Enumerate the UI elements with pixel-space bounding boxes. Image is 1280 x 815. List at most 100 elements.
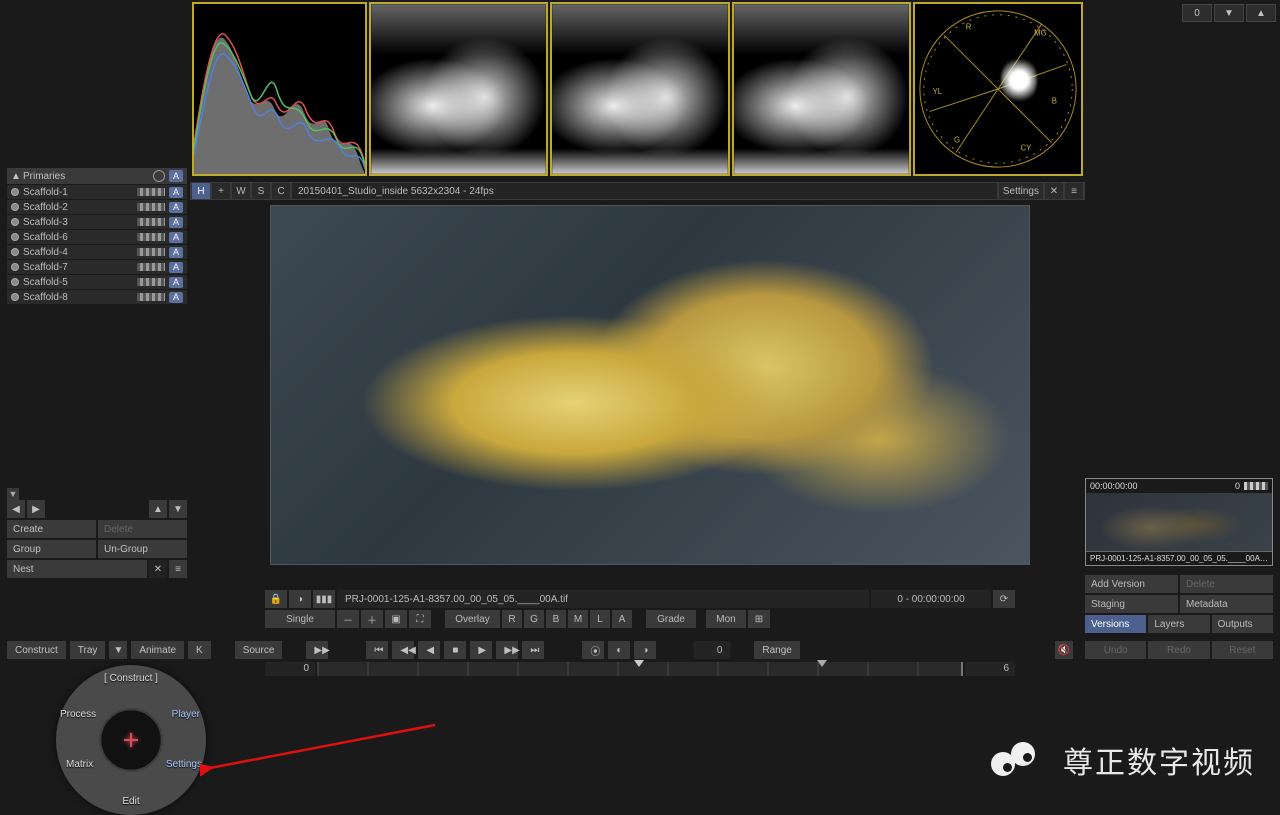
redo-button[interactable]: Redo bbox=[1148, 641, 1209, 659]
group-button[interactable]: Group bbox=[7, 540, 96, 558]
undo-button[interactable]: Undo bbox=[1085, 641, 1146, 659]
w-button[interactable]: W bbox=[232, 183, 250, 199]
frame-field[interactable]: 0 bbox=[694, 641, 730, 659]
reset-button[interactable]: Reset bbox=[1212, 641, 1273, 659]
vectorscope[interactable]: R MG YL B G CY bbox=[913, 2, 1083, 176]
top-zero-field[interactable]: 0 bbox=[1182, 4, 1212, 22]
skip-back-icon[interactable]: ⏮ bbox=[366, 641, 388, 659]
scaffold-row[interactable]: Scaffold-4A bbox=[7, 245, 187, 259]
nest-button[interactable]: Nest bbox=[7, 560, 147, 578]
single-button[interactable]: Single bbox=[265, 610, 335, 628]
create-button[interactable]: Create bbox=[7, 520, 96, 538]
stripes-icon[interactable]: ▮▮▮ bbox=[313, 590, 335, 608]
zoom-in-icon[interactable]: ＋ bbox=[361, 610, 383, 628]
r-button[interactable]: R bbox=[502, 610, 522, 628]
loop-in-icon[interactable]: ⦿ bbox=[582, 641, 604, 659]
radial-player[interactable]: Player bbox=[172, 709, 200, 720]
delete-button[interactable]: Delete bbox=[98, 520, 187, 538]
fit-icon[interactable]: ▣ bbox=[385, 610, 407, 628]
dual-icon[interactable]: ◑ bbox=[289, 590, 311, 608]
scaffold-row[interactable]: Scaffold-7A bbox=[7, 260, 187, 274]
scaffold-row[interactable]: Scaffold-8A bbox=[7, 290, 187, 304]
ungroup-button[interactable]: Un-Group bbox=[98, 540, 187, 558]
stop-icon[interactable]: ■ bbox=[444, 641, 466, 659]
a-button[interactable]: A bbox=[612, 610, 632, 628]
tray-dropdown[interactable]: ▼ bbox=[109, 641, 127, 659]
outputs-tab[interactable]: Outputs bbox=[1212, 615, 1273, 633]
g-button[interactable]: G bbox=[524, 610, 544, 628]
radial-edit[interactable]: Edit bbox=[122, 796, 139, 807]
skip-fwd-icon[interactable]: ⏭ bbox=[522, 641, 544, 659]
radial-process[interactable]: Process bbox=[60, 709, 96, 720]
animate-button[interactable]: Animate bbox=[131, 641, 184, 659]
waveform-scope-3[interactable] bbox=[732, 2, 911, 176]
grid-icon[interactable]: ⊞ bbox=[748, 610, 770, 628]
s-button[interactable]: S bbox=[252, 183, 270, 199]
mon-button[interactable]: Mon bbox=[706, 610, 746, 628]
viewer[interactable] bbox=[270, 205, 1030, 565]
staging-button[interactable]: Staging bbox=[1085, 595, 1178, 613]
thumbnail-box[interactable]: 00:00:00:00 0 PRJ-0001-125-A1-8357.00_00… bbox=[1085, 478, 1273, 566]
loop-out-icon[interactable]: ◑ bbox=[634, 641, 656, 659]
menu-icon[interactable]: ≡ bbox=[169, 560, 187, 578]
playhead-marker-2[interactable] bbox=[817, 660, 827, 667]
zoom-out-icon[interactable]: － bbox=[337, 610, 359, 628]
top-down-arrow[interactable]: ▼ bbox=[1214, 4, 1244, 22]
down-button[interactable]: ▼ bbox=[169, 500, 187, 518]
scaffold-row[interactable]: Scaffold-5A bbox=[7, 275, 187, 289]
playhead-marker[interactable] bbox=[634, 660, 644, 667]
delete-version-button[interactable]: Delete bbox=[1180, 575, 1273, 593]
layers-tab[interactable]: Layers bbox=[1148, 615, 1209, 633]
lock-icon[interactable]: 🔒 bbox=[265, 590, 287, 608]
radial-construct[interactable]: [ Construct ] bbox=[104, 673, 158, 684]
plus-button[interactable]: + bbox=[212, 183, 230, 199]
waveform-scope-1[interactable] bbox=[369, 2, 548, 176]
top-up-arrow[interactable]: ▲ bbox=[1246, 4, 1276, 22]
loop-icon[interactable]: ◐ bbox=[608, 641, 630, 659]
overlay-button[interactable]: Overlay bbox=[445, 610, 500, 628]
add-version-button[interactable]: Add Version bbox=[1085, 575, 1178, 593]
k-button[interactable]: K bbox=[188, 641, 211, 659]
scaffold-row[interactable]: Scaffold-6A bbox=[7, 230, 187, 244]
go-start-icon[interactable]: ▶▶ bbox=[306, 641, 328, 659]
waveform-scope-2[interactable] bbox=[550, 2, 729, 176]
scaffold-row[interactable]: Scaffold-3A bbox=[7, 215, 187, 229]
tray-button[interactable]: Tray bbox=[70, 641, 106, 659]
scaffold-recycle-icon[interactable] bbox=[153, 170, 165, 182]
timeline-track[interactable] bbox=[317, 662, 963, 676]
grade-button[interactable]: Grade bbox=[646, 610, 696, 628]
fastfwd-icon[interactable]: ▶▶ bbox=[496, 641, 518, 659]
step-fwd-icon[interactable]: ▶ bbox=[470, 641, 492, 659]
histogram-scope[interactable] bbox=[192, 2, 367, 176]
collapse-icon[interactable]: ▲ bbox=[11, 171, 23, 182]
up-button[interactable]: ▲ bbox=[149, 500, 167, 518]
construct-button[interactable]: Construct bbox=[7, 641, 66, 659]
scaffold-header[interactable]: ▲ Primaries A bbox=[7, 168, 187, 184]
close-icon[interactable]: ✕ bbox=[1045, 183, 1063, 199]
l-button[interactable]: L bbox=[590, 610, 610, 628]
rewind-icon[interactable]: ◀◀ bbox=[392, 641, 414, 659]
prev-button[interactable]: ◀ bbox=[7, 500, 25, 518]
refresh-icon[interactable]: ⟳ bbox=[993, 590, 1015, 608]
menu-icon[interactable]: ≡ bbox=[1065, 183, 1083, 199]
settings-button[interactable]: Settings bbox=[999, 183, 1043, 199]
radial-matrix[interactable]: Matrix bbox=[66, 759, 93, 770]
scaffold-a-badge[interactable]: A bbox=[169, 170, 183, 182]
close-icon[interactable]: ✕ bbox=[149, 560, 167, 578]
m-button[interactable]: M bbox=[568, 610, 588, 628]
range-button[interactable]: Range bbox=[754, 641, 799, 659]
volume-icon[interactable]: 🔇 bbox=[1055, 641, 1073, 659]
panel-expand-icon[interactable]: ▼ bbox=[7, 488, 19, 500]
c-button[interactable]: C bbox=[272, 183, 290, 199]
fullscreen-icon[interactable]: ⛶ bbox=[409, 610, 431, 628]
source-button[interactable]: Source bbox=[235, 641, 283, 659]
scaffold-row[interactable]: Scaffold-2A bbox=[7, 200, 187, 214]
metadata-button[interactable]: Metadata bbox=[1180, 595, 1273, 613]
scaffold-row[interactable]: Scaffold-1A bbox=[7, 185, 187, 199]
radial-settings[interactable]: Settings bbox=[166, 759, 202, 770]
b-button[interactable]: B bbox=[546, 610, 566, 628]
versions-tab[interactable]: Versions bbox=[1085, 615, 1146, 633]
step-back-icon[interactable]: ◀ bbox=[418, 641, 440, 659]
radial-menu[interactable]: [ Construct ] Process Player Matrix Sett… bbox=[56, 665, 206, 815]
next-button[interactable]: ▶ bbox=[27, 500, 45, 518]
